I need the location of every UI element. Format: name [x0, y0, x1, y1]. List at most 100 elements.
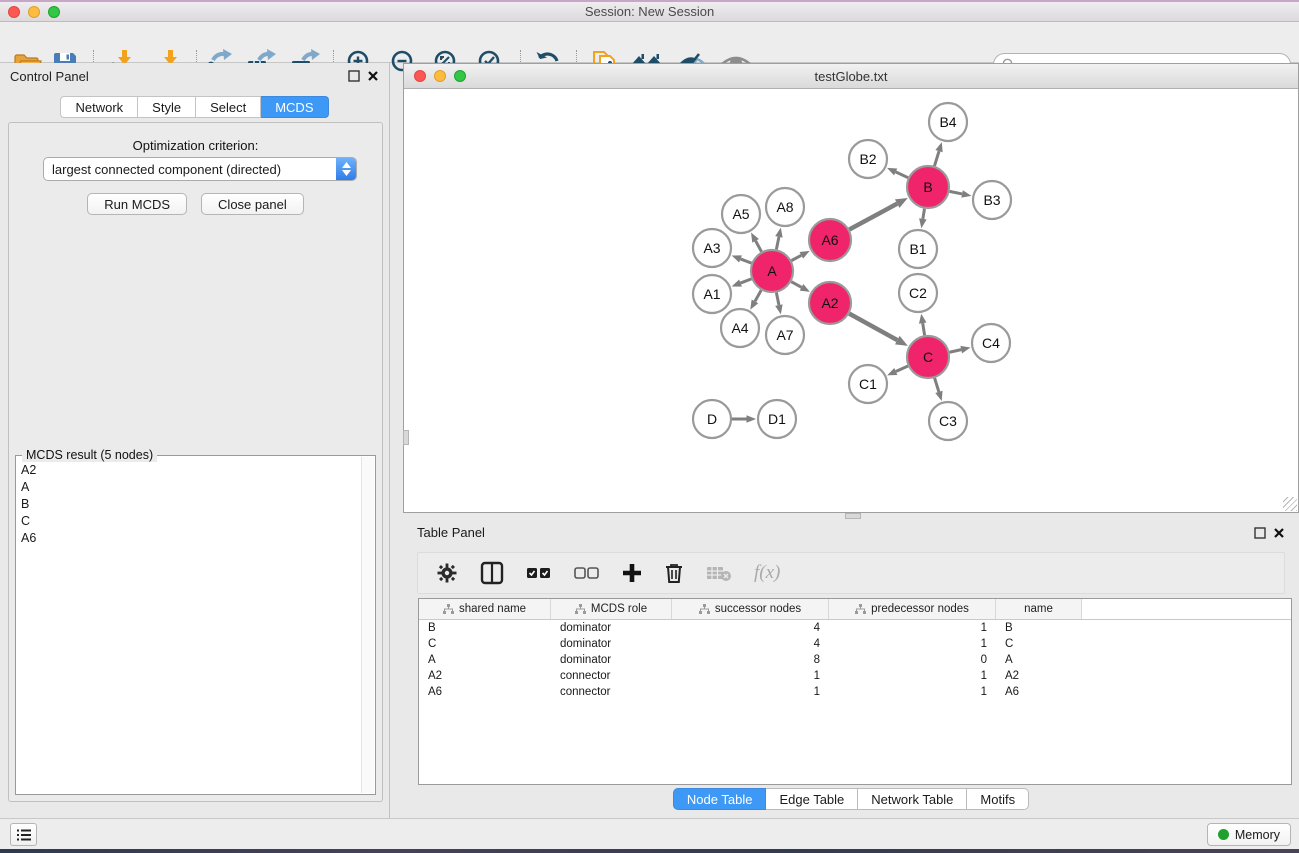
cell-successor_nodes[interactable]: 8	[672, 654, 829, 666]
node-D[interactable]: D	[693, 400, 731, 438]
cell-successor_nodes[interactable]: 1	[672, 686, 829, 698]
node-C4[interactable]: C4	[972, 324, 1010, 362]
edge-C-C3[interactable]	[935, 378, 939, 392]
node-B1[interactable]: B1	[899, 230, 937, 268]
node-A2[interactable]: A2	[809, 282, 851, 324]
network-canvas[interactable]: AA1A2A3A4A5A6A7A8BB1B2B3B4CC1C2C3C4DD1	[405, 90, 1297, 511]
minimize-window-button[interactable]	[28, 6, 40, 18]
mcds-result-item[interactable]: B	[17, 496, 360, 513]
cell-name[interactable]: B	[996, 622, 1082, 634]
cell-mcds_role[interactable]: dominator	[551, 622, 672, 634]
table-row[interactable]: Adominator80A	[419, 652, 1291, 668]
column-header-successor-nodes[interactable]: successor nodes	[672, 599, 829, 619]
create-column-plus-icon[interactable]	[622, 563, 642, 583]
node-A[interactable]: A	[751, 250, 793, 292]
run-mcds-button[interactable]: Run MCDS	[87, 193, 187, 215]
task-history-button[interactable]	[10, 823, 37, 846]
cell-successor_nodes[interactable]: 4	[672, 638, 829, 650]
splitpane-handle-left[interactable]	[403, 430, 409, 445]
node-A7[interactable]: A7	[766, 316, 804, 354]
edge-B-B4[interactable]	[934, 151, 939, 166]
network-graph[interactable]: AA1A2A3A4A5A6A7A8BB1B2B3B4CC1C2C3C4DD1	[405, 90, 1297, 511]
node-B4[interactable]: B4	[929, 103, 967, 141]
cell-mcds_role[interactable]: dominator	[551, 654, 672, 666]
cell-name[interactable]: A	[996, 654, 1082, 666]
node-A5[interactable]: A5	[722, 195, 760, 233]
node-B[interactable]: B	[907, 166, 949, 208]
edge-C-C4[interactable]	[949, 350, 961, 353]
node-B2[interactable]: B2	[849, 140, 887, 178]
node-A1[interactable]: A1	[693, 275, 731, 313]
zoom-window-button[interactable]	[48, 6, 60, 18]
result-scrollbar[interactable]	[361, 457, 374, 793]
tab-select[interactable]: Select	[196, 96, 261, 118]
cell-successor_nodes[interactable]: 4	[672, 622, 829, 634]
column-header-name[interactable]: name	[996, 599, 1082, 619]
node-C3[interactable]: C3	[929, 402, 967, 440]
edge-A-A7[interactable]	[776, 293, 779, 306]
node-A4[interactable]: A4	[721, 309, 759, 347]
tab-network[interactable]: Network	[60, 96, 138, 118]
edge-A-A3[interactable]	[740, 259, 751, 263]
tab-node-table[interactable]: Node Table	[673, 788, 767, 810]
mcds-result-item[interactable]: A6	[17, 530, 360, 547]
mcds-result-list[interactable]: A2ABCA6	[17, 462, 360, 793]
edge-C-C2[interactable]	[923, 323, 925, 335]
cell-shared_name[interactable]: A2	[419, 670, 551, 682]
window-controls[interactable]	[8, 6, 60, 18]
cell-name[interactable]: A2	[996, 670, 1082, 682]
cell-shared_name[interactable]: C	[419, 638, 551, 650]
node-table-header[interactable]: shared nameMCDS rolesuccessor nodesprede…	[419, 599, 1291, 620]
edge-A6-B[interactable]	[849, 204, 897, 230]
edge-A-A1[interactable]	[740, 279, 751, 283]
memory-button[interactable]: Memory	[1207, 823, 1291, 846]
edge-C-C1[interactable]	[896, 366, 908, 371]
delete-table-icon[interactable]	[706, 564, 732, 582]
table-row[interactable]: Bdominator41B	[419, 620, 1291, 636]
cell-predecessor_nodes[interactable]: 1	[829, 638, 996, 650]
close-panel-icon[interactable]	[367, 70, 379, 82]
edge-A-A4[interactable]	[755, 290, 761, 301]
close-table-panel-icon[interactable]	[1273, 527, 1285, 539]
node-A6[interactable]: A6	[809, 219, 851, 261]
node-B3[interactable]: B3	[973, 181, 1011, 219]
mcds-result-item[interactable]: A	[17, 479, 360, 496]
minimize-view-button[interactable]	[434, 70, 446, 82]
tab-edge-table[interactable]: Edge Table	[766, 788, 858, 810]
cell-shared_name[interactable]: A6	[419, 686, 551, 698]
edge-A-A2[interactable]	[791, 282, 801, 288]
select-all-icon[interactable]	[526, 566, 552, 580]
function-builder-icon[interactable]: f(x)	[754, 562, 780, 584]
splitpane-handle-bottom[interactable]	[845, 513, 861, 519]
column-header-predecessor-nodes[interactable]: predecessor nodes	[829, 599, 996, 619]
table-row[interactable]: A2connector11A2	[419, 668, 1291, 684]
close-view-button[interactable]	[414, 70, 426, 82]
cell-name[interactable]: A6	[996, 686, 1082, 698]
cell-predecessor_nodes[interactable]: 1	[829, 686, 996, 698]
table-row[interactable]: A6connector11A6	[419, 684, 1291, 700]
zoom-view-button[interactable]	[454, 70, 466, 82]
tab-mcds[interactable]: MCDS	[261, 96, 328, 118]
edge-B-B1[interactable]	[923, 209, 925, 219]
cell-mcds_role[interactable]: dominator	[551, 638, 672, 650]
float-table-panel-icon[interactable]	[1254, 527, 1266, 539]
table-options-gear-icon[interactable]	[436, 562, 458, 584]
edge-A-A6[interactable]	[791, 255, 801, 260]
close-window-button[interactable]	[8, 6, 20, 18]
cell-name[interactable]: C	[996, 638, 1082, 650]
edge-A2-C[interactable]	[849, 314, 897, 340]
tab-style[interactable]: Style	[138, 96, 196, 118]
mcds-result-item[interactable]: C	[17, 513, 360, 530]
float-panel-icon[interactable]	[348, 70, 360, 82]
column-header-shared-name[interactable]: shared name	[419, 599, 551, 619]
cell-predecessor_nodes[interactable]: 1	[829, 670, 996, 682]
delete-column-trash-icon[interactable]	[664, 562, 684, 584]
tab-network-table[interactable]: Network Table	[858, 788, 967, 810]
cell-mcds_role[interactable]: connector	[551, 686, 672, 698]
edge-A-A5[interactable]	[756, 241, 762, 252]
cell-predecessor_nodes[interactable]: 1	[829, 622, 996, 634]
node-D1[interactable]: D1	[758, 400, 796, 438]
cell-shared_name[interactable]: B	[419, 622, 551, 634]
node-A3[interactable]: A3	[693, 229, 731, 267]
column-header-mcds-role[interactable]: MCDS role	[551, 599, 672, 619]
